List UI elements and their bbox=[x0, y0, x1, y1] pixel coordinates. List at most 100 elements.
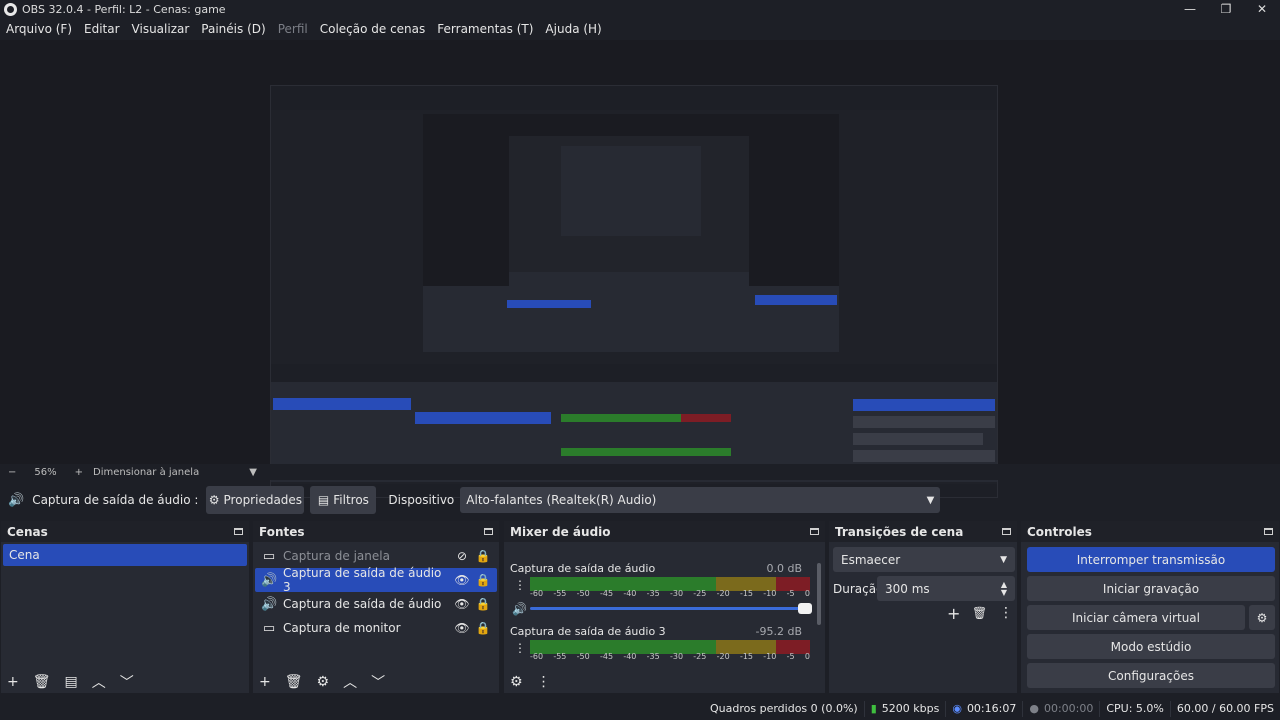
studio-mode-button[interactable]: Modo estúdio bbox=[1027, 634, 1275, 659]
bitrate: ▮ 5200 kbps bbox=[863, 700, 946, 717]
menu-perfil[interactable]: Perfil bbox=[272, 22, 314, 36]
lock-icon[interactable]: 🔒 bbox=[475, 621, 491, 635]
menu-arquivo[interactable]: Arquivo (F) bbox=[0, 22, 78, 36]
add-icon[interactable]: + bbox=[7, 674, 19, 690]
transition-select[interactable]: Esmaecer ▼ bbox=[833, 547, 1015, 572]
arrow-down-icon[interactable]: ﹀ bbox=[120, 672, 134, 692]
undock-icon[interactable] bbox=[234, 528, 243, 535]
zoom-level: 56% bbox=[34, 466, 57, 478]
menu-colecao-de-cenas[interactable]: Coleção de cenas bbox=[314, 22, 432, 36]
mixer-scrollbar[interactable] bbox=[817, 563, 821, 625]
filter-icon[interactable]: ▤ bbox=[65, 674, 78, 690]
stop-streaming-button[interactable]: Interromper transmissão bbox=[1027, 547, 1275, 572]
source-row[interactable]: ▭ Captura de monitor 👁 🔒 bbox=[255, 616, 497, 640]
scenes-title: Cenas bbox=[7, 524, 48, 539]
source-row[interactable]: 🔊 Captura de saída de áudio 3 👁 🔒 bbox=[255, 566, 497, 594]
dropped-frames-text: Quadros perdidos 0 (0.0%) bbox=[710, 702, 858, 715]
nested-obs-preview-graphic bbox=[271, 86, 997, 497]
speaker-icon[interactable]: 🔊 bbox=[512, 602, 527, 616]
trash-icon[interactable]: 🗑 bbox=[972, 606, 987, 620]
kebab-menu-icon[interactable]: ⋮ bbox=[537, 674, 551, 690]
start-virtual-camera-button[interactable]: Iniciar câmera virtual bbox=[1027, 605, 1245, 630]
zoom-in-button[interactable]: + bbox=[75, 467, 83, 478]
window-controls: — ❐ ✕ bbox=[1172, 0, 1280, 18]
lock-icon[interactable]: 🔒 bbox=[475, 573, 491, 587]
undock-icon[interactable] bbox=[810, 528, 819, 535]
status-bar: Quadros perdidos 0 (0.0%) ▮ 5200 kbps ◉ … bbox=[0, 697, 1280, 720]
duration-label: Duração bbox=[833, 582, 884, 596]
gear-icon: ⚙ bbox=[1256, 610, 1268, 625]
minimize-button[interactable]: — bbox=[1172, 0, 1208, 18]
gear-icon: ⚙ bbox=[208, 493, 220, 507]
undock-icon[interactable] bbox=[484, 528, 493, 535]
source-row[interactable]: ▭ Captura de janela ⊘ 🔒 bbox=[255, 544, 497, 568]
menu-ajuda[interactable]: Ajuda (H) bbox=[539, 22, 607, 36]
scenes-dock: Cenas Cena + 🗑 ▤ ︿ ﹀ bbox=[0, 520, 250, 694]
undock-icon[interactable] bbox=[1264, 528, 1273, 535]
properties-button[interactable]: ⚙ Propriedades bbox=[206, 486, 305, 514]
virtual-camera-settings-button[interactable]: ⚙ bbox=[1249, 605, 1275, 630]
transition-value: Esmaecer bbox=[841, 552, 901, 567]
hidden-eye-icon[interactable]: ⊘ bbox=[454, 549, 470, 563]
source-row[interactable]: 🔊 Captura de saída de áudio 👁 🔒 bbox=[255, 592, 497, 616]
transitions-dock: Transições de cena Esmaecer ▼ Duração 30… bbox=[828, 520, 1018, 694]
cpu-usage: CPU: 5.0% bbox=[1099, 700, 1170, 717]
chevron-down-icon: ▼ bbox=[926, 494, 935, 506]
duration-spinbox[interactable]: 300 ms ▲ ▼ bbox=[877, 576, 1015, 601]
menu-visualizar[interactable]: Visualizar bbox=[126, 22, 196, 36]
menu-ferramentas[interactable]: Ferramentas (T) bbox=[431, 22, 539, 36]
volume-slider[interactable] bbox=[530, 603, 812, 614]
undock-icon[interactable] bbox=[1002, 528, 1011, 535]
audio-mixer-dock: Mixer de áudio Captura de saída de áudio… bbox=[503, 520, 826, 694]
gear-icon[interactable]: ⚙ bbox=[317, 674, 330, 690]
trash-icon[interactable]: 🗑 bbox=[33, 674, 51, 690]
chevron-down-icon: ▼ bbox=[1000, 554, 1007, 565]
menu-paineis[interactable]: Painéis (D) bbox=[195, 22, 271, 36]
arrow-down-icon[interactable]: ﹀ bbox=[371, 672, 385, 692]
duration-value: 300 ms bbox=[885, 581, 930, 596]
source-label: Captura de janela bbox=[283, 549, 390, 563]
sources-title: Fontes bbox=[259, 524, 305, 539]
monitor-icon: ▭ bbox=[262, 620, 276, 636]
add-icon[interactable]: + bbox=[947, 604, 960, 623]
lock-icon[interactable]: 🔒 bbox=[475, 549, 491, 563]
arrow-up-icon[interactable]: ︿ bbox=[92, 672, 106, 692]
spin-arrows-icon[interactable]: ▲ ▼ bbox=[1001, 580, 1007, 597]
start-recording-button[interactable]: Iniciar gravação bbox=[1027, 576, 1275, 601]
eye-icon[interactable]: 👁 bbox=[454, 597, 470, 611]
trash-icon[interactable]: 🗑 bbox=[285, 674, 303, 690]
add-icon[interactable]: + bbox=[259, 674, 271, 690]
eye-icon[interactable]: 👁 bbox=[454, 573, 470, 587]
window-title: OBS 32.0.4 - Perfil: L2 - Cenas: game bbox=[22, 2, 226, 16]
stream-time: ◉ 00:16:07 bbox=[945, 700, 1022, 717]
kebab-menu-icon[interactable]: ⋮ bbox=[514, 641, 526, 655]
preview-canvas[interactable] bbox=[0, 40, 1280, 498]
kebab-menu-icon[interactable]: ⋮ bbox=[999, 605, 1013, 621]
window-icon: ▭ bbox=[262, 548, 276, 564]
filters-button[interactable]: ▤ Filtros bbox=[310, 486, 377, 514]
record-dot-icon: ● bbox=[1029, 702, 1039, 715]
channel-name: Captura de saída de áudio bbox=[510, 562, 656, 575]
zoom-out-button[interactable]: − bbox=[8, 467, 16, 478]
controls-title: Controles bbox=[1027, 524, 1092, 539]
device-select[interactable]: Alto-falantes (Realtek(R) Audio) ▼ bbox=[460, 487, 941, 513]
bitrate-text: 5200 kbps bbox=[881, 702, 940, 715]
sources-footer: + 🗑 ⚙ ︿ ﹀ bbox=[253, 671, 499, 693]
record-time-text: 00:00:00 bbox=[1043, 702, 1094, 715]
eye-icon[interactable]: 👁 bbox=[454, 621, 470, 635]
gear-icon[interactable]: ⚙ bbox=[510, 674, 523, 690]
close-button[interactable]: ✕ bbox=[1244, 0, 1280, 18]
channel-name: Captura de saída de áudio 3 bbox=[510, 625, 666, 638]
maximize-button[interactable]: ❐ bbox=[1208, 0, 1244, 18]
arrow-up-icon[interactable]: ︿ bbox=[343, 672, 357, 692]
scene-item[interactable]: Cena bbox=[3, 544, 247, 566]
fps-text: 60.00 / 60.00 FPS bbox=[1176, 702, 1274, 715]
scale-mode-dropdown-icon[interactable]: ▼ bbox=[249, 467, 257, 478]
dock-area: Cenas Cena + 🗑 ▤ ︿ ﹀ Fontes ▭ Captura de… bbox=[0, 520, 1280, 694]
source-label: Captura de saída de áudio 3 bbox=[283, 566, 442, 594]
lock-icon[interactable]: 🔒 bbox=[475, 597, 491, 611]
kebab-menu-icon[interactable]: ⋮ bbox=[514, 578, 526, 592]
menu-editar[interactable]: Editar bbox=[78, 22, 126, 36]
settings-button[interactable]: Configurações bbox=[1027, 663, 1275, 688]
record-time: ● 00:00:00 bbox=[1022, 700, 1099, 717]
